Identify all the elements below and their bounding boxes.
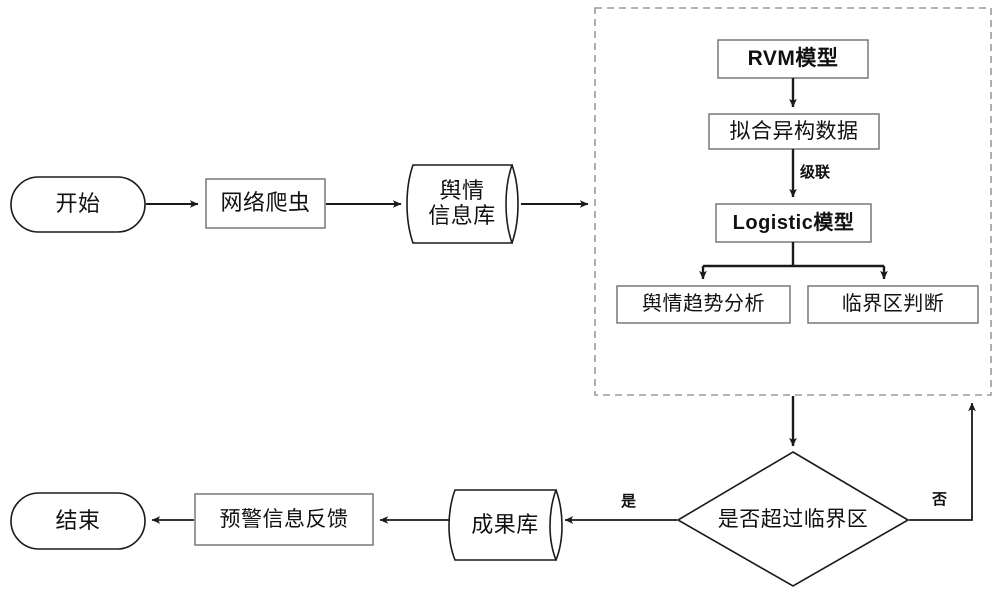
critical-zone-node-shape	[807, 285, 979, 324]
flowchart-graphics	[10, 7, 992, 587]
edge-label-no: 否	[932, 491, 948, 508]
warning-feedback-node-shape	[194, 493, 374, 546]
flowchart-canvas: 开始 网络爬虫 舆情 信息库 RVM模型 拟合异构数据 Logistic模型 舆…	[0, 0, 1000, 595]
edge-label-cascade: 级联	[800, 164, 831, 181]
end-node-shape	[10, 492, 146, 550]
result-db-node-shape	[448, 489, 563, 561]
rvm-model-node-shape	[717, 39, 869, 79]
edge-label-yes: 是	[621, 493, 637, 510]
trend-analysis-node-shape	[616, 285, 791, 324]
crawler-node-shape	[205, 178, 326, 229]
logistic-model-node-shape	[715, 203, 872, 243]
fit-heterogeneous-node-shape	[708, 113, 880, 150]
start-node-shape	[10, 176, 146, 233]
decision-node-shape	[676, 451, 910, 587]
opinion-db-node-shape	[406, 164, 519, 244]
